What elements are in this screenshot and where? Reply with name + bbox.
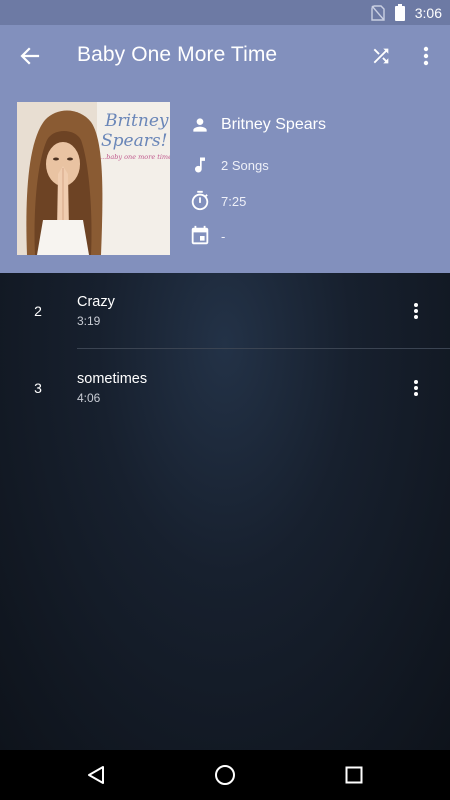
year-row: - [188,224,225,248]
arrow-back-icon [20,47,40,65]
status-bar: 3:06 [0,0,450,25]
artist-name: Britney Spears [221,116,326,133]
recents-square-icon [345,766,363,784]
track-row[interactable]: 2 Crazy 3:19 [0,273,450,349]
nav-home-button[interactable] [209,759,241,791]
home-circle-icon [215,765,235,785]
artist-row[interactable]: Britney Spears [188,113,326,137]
battery-icon [394,4,405,21]
album-duration: 7:25 [221,193,247,209]
page-title: Baby One More Time [77,43,278,66]
music-note-icon [188,153,212,177]
back-button[interactable] [12,38,48,74]
album-year: - [221,228,226,244]
timer-icon [188,189,212,213]
duration-row: 7:25 [188,189,246,213]
album-header: Britney Spears! ...baby one more time Br… [0,87,450,273]
track-title: Crazy [77,294,115,310]
song-count-row: 2 Songs [188,153,269,177]
track-list: 2 Crazy 3:19 3 sometimes 4:06 [0,273,450,750]
more-vert-icon [423,46,429,66]
track-title: sometimes [77,371,148,387]
svg-text:...baby one more time: ...baby one more time [100,153,170,161]
nav-recents-button[interactable] [338,759,370,791]
shuffle-icon [373,48,389,64]
track-duration: 3:19 [77,314,101,328]
track-number: 2 [34,303,42,319]
track-number: 3 [34,380,42,396]
song-count: 2 Songs [221,157,269,173]
nav-back-button[interactable] [80,759,112,791]
track-row[interactable]: 3 sometimes 4:06 [0,350,450,426]
track-duration: 4:06 [77,391,101,405]
status-time: 3:06 [414,4,442,21]
person-icon [188,113,212,137]
more-vert-icon [414,303,418,319]
more-vert-icon [414,380,418,396]
album-cover-image[interactable]: Britney Spears! ...baby one more time [17,102,170,255]
app-bar: Baby One More Time [0,25,450,87]
system-nav-bar [0,750,450,800]
shuffle-button[interactable] [363,38,399,74]
overflow-menu-button[interactable] [408,38,444,74]
no-sim-icon [371,4,385,21]
back-triangle-icon [88,766,104,784]
track-menu-button[interactable] [404,297,428,325]
track-menu-button[interactable] [404,374,428,402]
svg-text:Spears!: Spears! [101,131,167,151]
calendar-icon [188,224,212,248]
status-icons: 3:06 [371,0,442,25]
track-divider [77,348,450,349]
svg-text:Britney: Britney [104,111,169,131]
